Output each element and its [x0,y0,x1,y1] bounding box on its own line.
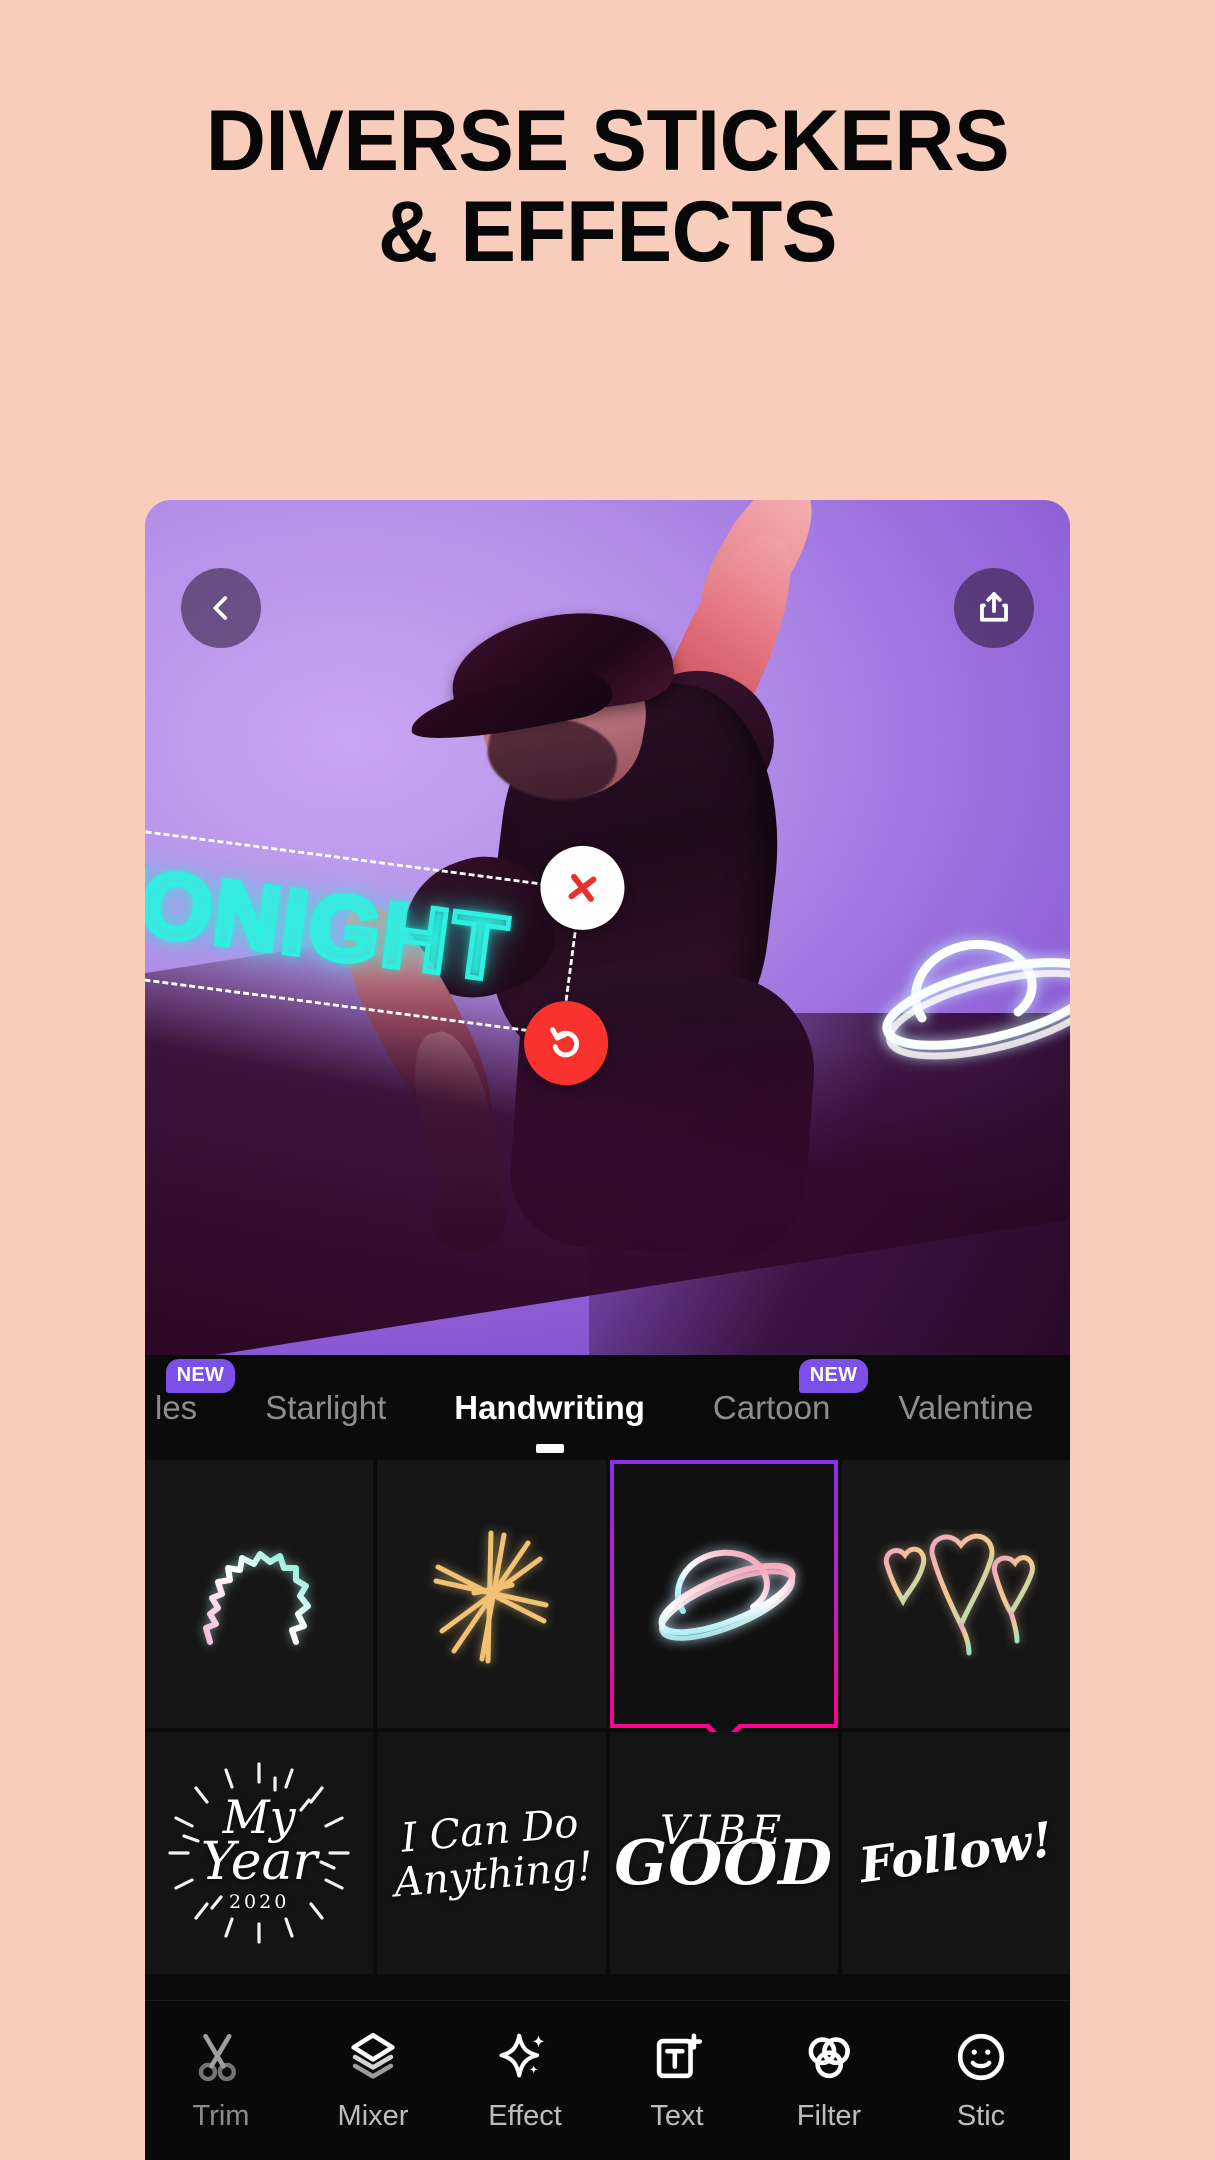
active-tab-indicator [535,1443,564,1453]
lettering-text: VIBE GOOD [614,1808,833,1900]
toolbar-label: Filter [796,2100,862,2132]
sticker-grid-row-2: My Year 2020 I Can Do Anything! VIBE GOO… [145,1732,1070,1974]
headline-line-1: DIVERSE STICKERS [205,93,1010,189]
rotate-undo-icon [550,1027,580,1058]
double-heart-sticker [884,1533,1036,1656]
sticker-cell-saturn[interactable] [609,1460,838,1746]
sticker-cell-i-can-do-anything[interactable]: I Can Do Anything! [377,1732,606,1974]
sparkles-icon [499,2033,545,2078]
tab-cartoon[interactable]: Cartoon NEW [679,1358,869,1427]
close-x-icon [568,873,597,902]
cloud-scribble-sticker [203,1551,312,1645]
tab-label: Handwriting [454,1388,645,1426]
toolbar-item-effect[interactable]: Effect [449,2028,601,2133]
sticker-cell-starburst[interactable] [377,1460,606,1728]
tab-starlight[interactable]: Starlight [231,1389,420,1427]
toolbar-label: Trim [192,2100,250,2132]
sticker-cell-cloud-scribble[interactable] [145,1460,374,1728]
sticker-cell-my-year-2020[interactable]: My Year 2020 [145,1732,374,1974]
tab-label: les [155,1388,198,1426]
filter-circles-icon [808,2037,850,2079]
tab-valentine[interactable]: Valentine [864,1389,1067,1427]
sticker-cell-follow[interactable]: Follow! [841,1732,1070,1974]
text-add-icon [656,2033,703,2079]
toolbar-item-trim[interactable]: Trim [145,2028,297,2133]
toolbar-label: Effect [488,2100,562,2132]
chevron-left-icon [213,596,228,620]
tab-doodles[interactable]: les NEW [145,1358,236,1427]
tab-label: Starlight [265,1388,387,1426]
tab-label: Cartoon [712,1388,831,1426]
share-upload-icon [980,592,1008,622]
toolbar-label: Stic [956,2100,1006,2132]
headline-line-2: & EFFECTS [377,184,838,281]
toolbar-label: Text [650,2100,704,2132]
toolbar-item-text[interactable]: Text [601,2028,753,2133]
sticker-panel: les NEW Starlight Handwriting Cartoon NE… [145,1355,1070,2160]
sticker-cell-vibe-good[interactable]: VIBE GOOD [609,1732,838,1974]
lettering-text: Follow! [855,1811,1056,1895]
share-button[interactable] [954,568,1034,648]
video-preview[interactable]: TONIGHT [145,500,1070,1355]
scissors-icon [198,2033,236,2082]
tab-label: Valentine [898,1388,1034,1426]
tab-handwriting[interactable]: Handwriting [420,1388,679,1453]
toolbar-item-filter[interactable]: Filter [753,2028,905,2133]
sticker-grid-row-1 [145,1460,1070,1746]
lettering-text: My Year 2020 [200,1789,318,1914]
toolbar-item-sticker[interactable]: Stic [905,2028,1057,2133]
back-button[interactable] [181,568,261,648]
saturn-planet-sticker [658,1549,796,1641]
layers-icon [351,2032,395,2079]
studio-corner-shadow [589,1013,1070,1355]
sticker-cell-double-heart[interactable] [841,1460,1070,1728]
new-badge: NEW [165,1358,236,1393]
toolbar-item-mixer[interactable]: Mixer [297,2028,449,2133]
new-badge: NEW [798,1358,869,1393]
sticker-smiley-icon [957,2033,1005,2081]
lettering-text: I Can Do Anything! [391,1800,595,1907]
starburst-sticker [433,1530,549,1664]
toolbar-label: Mixer [337,2100,409,2132]
page-title: DIVERSE STICKERS & EFFECTS [18,93,1197,281]
sticker-category-tabs[interactable]: les NEW Starlight Handwriting Cartoon NE… [145,1355,1070,1460]
editor-toolbar: Trim Mixer Effect Text Filter Stic [145,2000,1070,2160]
phone-mockup: TONIGHT les NEW Starlight Handwriting Ca… [145,500,1070,2160]
